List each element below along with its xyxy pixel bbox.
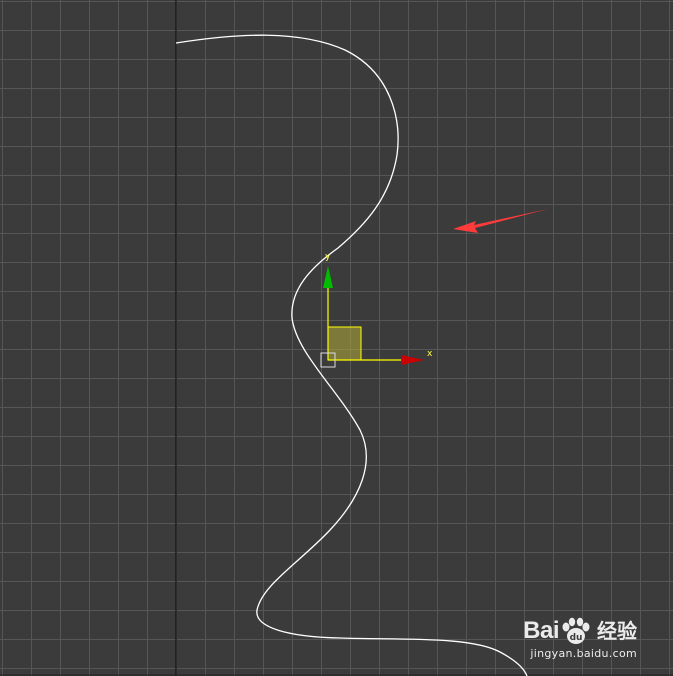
gizmo-x-arrow-icon[interactable] — [401, 355, 424, 365]
gizmo-xy-plane[interactable] — [327, 326, 362, 361]
viewport-grid[interactable]: y x Bai du du 经验 jingyan.baidu.com — [0, 0, 673, 676]
svg-text:du: du — [570, 633, 583, 643]
move-gizmo[interactable]: y x — [320, 252, 433, 368]
baidu-watermark: Bai du du 经验 jingyan.baidu.com — [523, 617, 637, 660]
watermark-brand-left: Bai — [523, 617, 559, 644]
baidu-paw-icon: du — [562, 617, 590, 644]
red-arrow-icon — [453, 209, 548, 233]
watermark-brand-cn: 经验 — [597, 619, 637, 643]
gizmo-y-label: y — [325, 252, 331, 262]
watermark-url: jingyan.baidu.com — [530, 647, 637, 660]
gizmo-x-label: x — [427, 349, 433, 359]
gizmo-y-arrow-icon[interactable] — [323, 266, 333, 288]
viewport-overlay: y x — [0, 0, 673, 676]
